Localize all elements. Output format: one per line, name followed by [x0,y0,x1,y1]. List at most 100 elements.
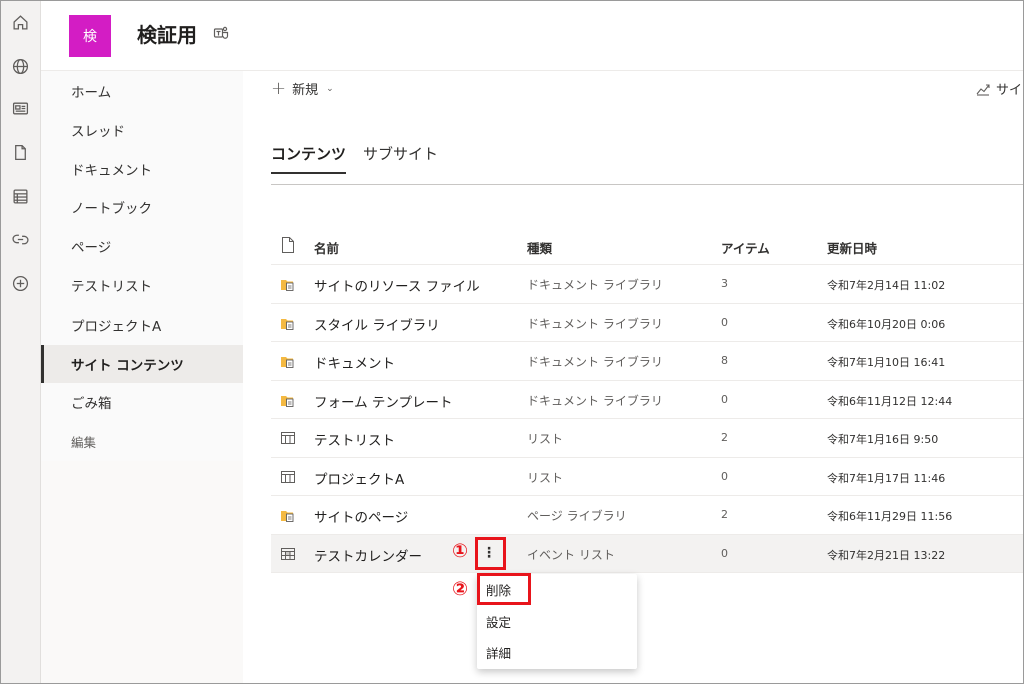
row-item-count: 2 [721,508,728,521]
row-modified: 令和7年2月21日 13:22 [827,548,946,562]
nav-item-home[interactable]: ホーム [41,72,243,110]
annotation-step-2: ② [452,578,469,600]
library-icon [280,392,296,408]
chevron-down-icon: ⌄ [326,83,334,94]
row-name-link[interactable]: サイトのページ [314,506,408,526]
row-modified: 令和6年10月20日 0:06 [827,317,946,331]
teams-icon[interactable] [213,25,229,41]
row-name-link[interactable]: プロジェクトA [314,468,404,488]
row-modified: 令和7年1月10日 16:41 [827,356,946,369]
table-row[interactable]: サイトのリソース ファイル ドキュメント ライブラリ 3 令和7年2月14日 11:0… [271,265,1023,304]
table-row[interactable]: プロジェクトA リスト 0 令和7年1月17日 11:46 [271,458,1023,496]
column-header-modified[interactable]: 更新日時 [827,238,877,257]
nav-item-label: プロジェクトA [71,319,162,335]
tab-contents[interactable]: コンテンツ [271,143,347,174]
menu-item-details[interactable]: 詳細 [477,637,637,668]
file-type-icon [282,237,294,253]
nav-item-label: ページ [71,240,112,256]
nav-item-recycle-bin[interactable]: ごみ箱 [41,383,243,421]
row-type: ページ ライブラリ [527,509,627,523]
site-title[interactable]: 検証用 [137,19,197,48]
link-icon[interactable] [10,229,30,249]
row-name-link[interactable]: テストカレンダー [314,545,422,565]
table-row[interactable]: ドキュメント ドキュメント ライブラリ 8 令和7年1月10日 16:41 [271,342,1023,381]
row-modified: 令和7年2月14日 11:02 [827,279,946,292]
row-item-count: 0 [721,546,728,560]
row-modified: 令和7年1月17日 11:46 [827,471,946,485]
site-usage-button[interactable]: サイ [976,79,1022,98]
command-bar: + 新規 ⌄ サイ [243,71,1023,111]
nav-item-pages[interactable]: ページ [41,227,243,265]
table-row[interactable]: テストリスト リスト 2 令和7年1月16日 9:50 [271,419,1023,458]
nav-item-label: ごみ箱 [71,396,112,412]
row-item-count: 0 [721,392,728,406]
library-icon [280,276,296,292]
content-tabs: コンテンツ サブサイト [271,143,1023,185]
row-name-link[interactable]: テストリスト [314,429,395,449]
table-row[interactable]: テストカレンダー イベント リスト 0 令和7年2月21日 13:22 [271,534,1023,573]
table-row[interactable]: フォーム テンプレート ドキュメント ライブラリ 0 令和6年11月12日 12:44 [271,381,1023,419]
site-header: 検 検証用 [41,1,1023,71]
column-header-items[interactable]: アイテム [721,238,770,257]
row-modified: 令和7年1月16日 9:50 [827,433,939,446]
row-modified: 令和6年11月29日 11:56 [827,510,953,523]
add-circle-icon[interactable] [10,273,30,293]
library-icon [280,507,296,523]
table-row[interactable]: サイトのページ ページ ライブラリ 2 令和6年11月29日 11:56 [271,496,1023,535]
nav-edit-link[interactable]: 編集 [41,422,243,460]
app-bar [1,1,41,683]
nav-item-label: 編集 [71,434,97,450]
annotation-step-1: ① [452,540,469,562]
new-button-label: 新規 [292,83,319,98]
row-type: リスト [527,470,564,485]
row-name-link[interactable]: スタイル ライブラリ [314,314,440,334]
nav-item-threads[interactable]: スレッド [41,111,243,149]
column-header-name[interactable]: 名前 [314,238,339,257]
annotation-box-delete [477,573,531,605]
row-type: ドキュメント ライブラリ [527,355,663,369]
new-button[interactable]: + 新規 ⌄ [271,79,334,98]
row-type: ドキュメント ライブラリ [527,393,663,408]
list-icon[interactable] [10,186,30,206]
list-icon [280,430,296,446]
menu-item-label: 設定 [486,615,512,630]
nav-item-notebook[interactable]: ノートブック [41,188,243,226]
document-icon[interactable] [10,142,30,162]
globe-icon[interactable] [10,56,30,76]
row-type: リスト [527,432,564,446]
nav-item-site-contents[interactable]: サイト コンテンツ [41,345,243,383]
nav-item-test-list[interactable]: テストリスト [41,266,243,304]
row-item-count: 2 [721,431,728,444]
library-icon [280,315,296,331]
nav-item-label: ドキュメント [71,163,152,179]
left-navigation: ホーム スレッド ドキュメント ノートブック ページ テストリスト プロジェクト… [41,71,243,461]
nav-item-label: スレッド [71,124,125,140]
row-type: イベント リスト [527,547,615,562]
nav-item-project-a[interactable]: プロジェクトA [41,306,243,344]
column-header-type[interactable]: 種類 [527,238,552,257]
tab-subsites[interactable]: サブサイト [363,143,438,175]
row-type: ドキュメント ライブラリ [527,278,663,292]
table-row[interactable]: スタイル ライブラリ ドキュメント ライブラリ 0 令和6年10月20日 0:06 [271,304,1023,342]
nav-item-label: ホーム [71,85,112,101]
row-modified: 令和6年11月12日 12:44 [827,394,953,408]
site-usage-label: サイ [996,83,1023,98]
add-icon: + [271,77,287,99]
row-name-link[interactable]: フォーム テンプレート [314,391,452,411]
nav-item-label: サイト コンテンツ [71,358,184,374]
left-navigation-filler [41,461,243,683]
nav-item-documents[interactable]: ドキュメント [41,150,243,188]
home-icon[interactable] [10,12,30,32]
menu-item-label: 詳細 [486,646,512,661]
row-item-count: 3 [721,277,728,290]
table-header: 名前 種類 アイテム 更新日時 [271,226,1023,265]
site-logo[interactable]: 検 [69,15,111,57]
news-icon[interactable] [10,98,30,118]
nav-item-label: テストリスト [71,279,152,295]
menu-item-settings[interactable]: 設定 [477,606,637,637]
list-icon [280,469,296,485]
library-icon [280,353,296,369]
row-name-link[interactable]: サイトのリソース ファイル [314,275,480,295]
row-name-link[interactable]: ドキュメント [314,352,395,372]
row-item-count: 0 [721,315,728,329]
